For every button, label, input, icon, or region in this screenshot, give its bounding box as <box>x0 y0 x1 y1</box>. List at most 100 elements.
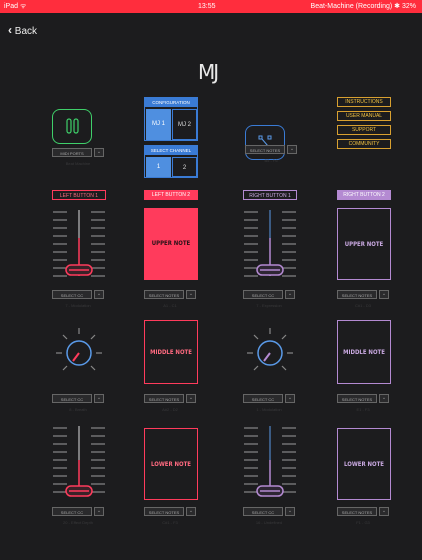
chevron-down-icon: ⌄ <box>381 291 387 297</box>
select-notes-label: SELECT NOTES <box>148 397 180 402</box>
select-cc-1-right-dropdown[interactable]: ⌄ <box>285 290 295 299</box>
select-notes-dropdown[interactable]: ⌄ <box>287 145 297 154</box>
select-notes-3-right[interactable]: SELECT NOTES <box>337 507 377 516</box>
select-notes-1-left-dropdown[interactable]: ⌄ <box>186 290 196 299</box>
middle-note-pad-left[interactable]: MIDDLE NOTE <box>144 320 198 384</box>
channel-2-button[interactable]: 2 <box>172 157 197 177</box>
pause-icon <box>66 118 79 134</box>
select-notes-value: B5 - F6 <box>264 158 278 163</box>
row2-value-0: 8 - Breath <box>69 407 87 412</box>
user-manual-button[interactable]: USER MANUAL <box>337 111 391 121</box>
select-notes-1-left[interactable]: SELECT NOTES <box>144 290 184 299</box>
upper-note-pad-left[interactable]: UPPER NOTE <box>144 208 198 280</box>
select-notes-1-right[interactable]: SELECT NOTES <box>337 290 377 299</box>
fader <box>244 210 296 277</box>
status-time: 13:55 <box>198 3 216 10</box>
fader <box>53 210 105 277</box>
select-cc-1-left-dropdown[interactable]: ⌄ <box>94 290 104 299</box>
select-notes-3-left[interactable]: SELECT NOTES <box>144 507 184 516</box>
chevron-down-icon: ⌄ <box>96 508 102 514</box>
community-button[interactable]: COMMUNITY <box>337 139 391 149</box>
row2-value-1: A#2 - D2 <box>162 407 178 412</box>
back-label: Back <box>14 26 38 37</box>
left-button-1-label[interactable]: LEFT BUTTON 1 <box>52 190 106 200</box>
select-cc-2-left-dropdown[interactable]: ⌄ <box>94 394 104 403</box>
lower-note-pad-left[interactable]: LOWER NOTE <box>144 428 198 500</box>
upper-note-pad-right[interactable]: UPPER NOTE <box>337 208 391 280</box>
chevron-down-icon: ⌄ <box>96 291 102 297</box>
select-notes-label: SELECT NOTES <box>148 293 180 298</box>
select-cc-label: SELECT CC <box>251 293 275 298</box>
middle-note-label: MIDDLE NOTE <box>150 349 192 356</box>
chevron-down-icon: ⌄ <box>289 146 295 152</box>
select-notes-2-left-dropdown[interactable]: ⌄ <box>186 394 196 403</box>
row2-value-3: E1 - F3 <box>356 407 370 412</box>
knob-icon <box>56 328 102 371</box>
knob-icon <box>247 328 293 371</box>
select-notes-select[interactable]: SELECT NOTES <box>245 145 285 154</box>
midi-ports-dropdown[interactable]: ⌄ <box>94 148 104 157</box>
slider-right-1[interactable] <box>243 208 297 286</box>
right-button-2-label[interactable]: RIGHT BUTTON 2 <box>337 190 391 200</box>
select-cc-3-left-dropdown[interactable]: ⌄ <box>94 507 104 516</box>
select-cc-2-left[interactable]: SELECT CC <box>52 394 92 403</box>
slider-left-1[interactable] <box>52 208 106 286</box>
select-cc-1-right[interactable]: SELECT CC <box>243 290 283 299</box>
select-notes-2-right[interactable]: SELECT NOTES <box>337 394 377 403</box>
chevron-down-icon: ⌄ <box>188 395 194 401</box>
left-button-2-label[interactable]: LEFT BUTTON 2 <box>144 190 198 200</box>
row3-value-0: 20 - Effect Depth <box>63 520 93 525</box>
upper-note-label: UPPER NOTE <box>344 241 384 248</box>
mj2-button[interactable]: MJ 2 <box>172 109 197 140</box>
select-cc-2-right[interactable]: SELECT CC <box>243 394 283 403</box>
instructions-button[interactable]: INSTRUCTIONS <box>337 97 391 107</box>
chevron-down-icon: ⌄ <box>287 508 293 514</box>
row1-value-2: 7 - Expression <box>256 303 282 308</box>
support-button[interactable]: SUPPORT <box>337 125 391 135</box>
slider-right-3[interactable] <box>243 424 297 502</box>
slider-left-3[interactable] <box>52 424 106 502</box>
row3-value-2: 16 - Undefined <box>255 520 283 525</box>
select-cc-label: SELECT CC <box>60 293 84 298</box>
select-notes-3-right-dropdown[interactable]: ⌄ <box>379 507 389 516</box>
chevron-down-icon: ⌄ <box>287 395 293 401</box>
status-device: iPad ᯤ <box>4 3 27 10</box>
configuration-title: CONFIGURATION <box>145 98 197 107</box>
select-notes-2-left[interactable]: SELECT NOTES <box>144 394 184 403</box>
chevron-down-icon: ⌄ <box>96 395 102 401</box>
right-button-1-label[interactable]: RIGHT BUTTON 1 <box>243 190 297 200</box>
select-notes-3-left-dropdown[interactable]: ⌄ <box>186 507 196 516</box>
mj1-button[interactable]: MJ 1 <box>146 109 171 140</box>
select-cc-3-left[interactable]: SELECT CC <box>52 507 92 516</box>
channel-1-button[interactable]: 1 <box>146 157 171 177</box>
select-cc-3-right[interactable]: SELECT CC <box>243 507 283 516</box>
select-notes-label: SELECT NOTES <box>341 510 373 515</box>
middle-note-pad-right[interactable]: MIDDLE NOTE <box>337 320 391 384</box>
chevron-down-icon: ⌄ <box>381 508 387 514</box>
select-cc-1-left[interactable]: SELECT CC <box>52 290 92 299</box>
select-cc-label: SELECT CC <box>60 397 84 402</box>
select-cc-2-right-dropdown[interactable]: ⌄ <box>285 394 295 403</box>
row1-value-1: A1 - C1 <box>163 303 177 308</box>
select-notes-1-right-dropdown[interactable]: ⌄ <box>379 290 389 299</box>
midi-ports-value: Beat Machine <box>65 161 91 166</box>
chevron-down-icon: ⌄ <box>381 395 387 401</box>
channel-title: SELECT CHANNEL <box>145 146 197 155</box>
select-notes-2-right-dropdown[interactable]: ⌄ <box>379 394 389 403</box>
status-right: Beat-Machine (Recording) ✱ 32% <box>310 3 416 10</box>
configuration-panel: CONFIGURATION MJ 1 MJ 2 <box>144 97 198 141</box>
select-cc-label: SELECT CC <box>251 510 275 515</box>
lower-note-pad-right[interactable]: LOWER NOTE <box>337 428 391 500</box>
midi-ports-button[interactable] <box>52 109 92 144</box>
lower-note-label: LOWER NOTE <box>344 461 384 468</box>
select-cc-3-right-dropdown[interactable]: ⌄ <box>285 507 295 516</box>
select-cc-label: SELECT CC <box>60 510 84 515</box>
back-button[interactable]: ‹ Back <box>8 23 37 37</box>
row3-value-1: C#1 - F3 <box>162 520 178 525</box>
nav-bar: ‹ Back <box>0 13 422 53</box>
midi-ports-select[interactable]: MIDI PORTS <box>52 148 92 157</box>
status-bar: iPad ᯤ 13:55 Beat-Machine (Recording) ✱ … <box>0 0 422 13</box>
upper-note-label: UPPER NOTE <box>151 240 191 247</box>
knob-left[interactable] <box>52 322 106 384</box>
knob-right[interactable] <box>243 322 297 384</box>
